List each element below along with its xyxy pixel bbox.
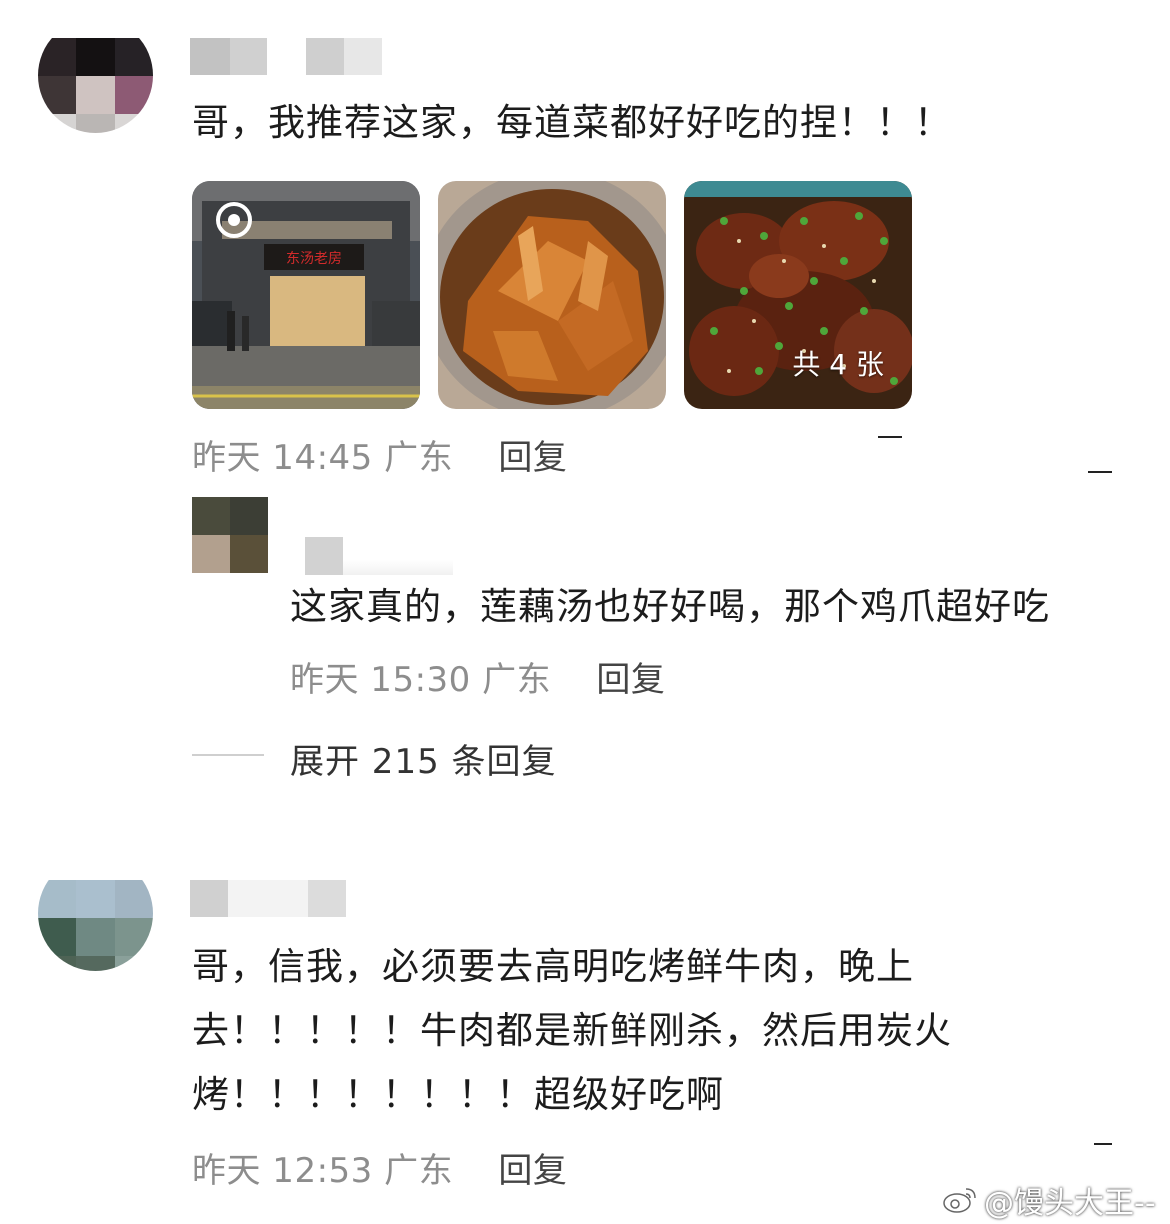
watermark: @馒头大王-- [942,1178,1156,1222]
reply-avatar[interactable] [192,497,268,573]
expand-replies-button[interactable]: 展开 215 条回复 [290,734,557,783]
comment-2-text: 哥，信我，必须要去高明吃烤鲜牛肉，晚上 去！！！！！牛肉都是新鲜刚杀，然后用炭火… [192,935,952,1127]
comment-1-reply-button[interactable]: 回复 [498,438,567,478]
weibo-icon [943,1188,976,1213]
comment-2-location: 广东 [384,1151,454,1191]
reply-time: 昨天 15:30 [290,660,471,700]
commenter-2-name[interactable] [190,880,346,917]
watermark-text: @馒头大王-- [984,1186,1156,1221]
reply-author-name[interactable] [305,537,453,575]
comment-1-image-roast-goose[interactable] [438,181,666,409]
expand-divider [192,754,264,756]
commenter-1-avatar[interactable] [38,18,153,133]
reply-reply-button[interactable]: 回复 [596,660,665,700]
comment-2-meta: 昨天 12:53 广东 回复 [192,1143,567,1192]
comment-2-line-3: 烤！！！！！！！！超级好吃啊 [192,1073,724,1116]
reply-location: 广东 [482,660,552,700]
comment-1-location: 广东 [384,438,454,478]
storefront-sign: 东汤老房 [286,251,342,267]
comment-2-reply-button[interactable]: 回复 [498,1151,567,1191]
artifact-speck [1094,1143,1112,1145]
commenter-1-name[interactable] [190,38,382,75]
artifact-speck [878,436,902,438]
commenter-2-avatar[interactable] [38,856,153,971]
comment-2-time: 昨天 12:53 [192,1151,373,1191]
comment-1-image-storefront[interactable]: 东汤老房 [192,181,420,409]
artifact-speck [1088,471,1112,473]
comment-1-text: 哥，我推荐这家，每道菜都好好吃的捏！！！ [192,101,952,144]
comment-1-image-braised-pork[interactable]: 共 4 张 [684,181,912,409]
comment-2-line-1: 哥，信我，必须要去高明吃烤鲜牛肉，晚上 [192,945,914,988]
comment-2-line-2: 去！！！！！牛肉都是新鲜刚杀，然后用炭火 [192,1009,952,1052]
comment-1-meta: 昨天 14:45 广东 回复 [192,430,567,479]
comment-1-time: 昨天 14:45 [192,438,373,478]
reply-meta: 昨天 15:30 广东 回复 [290,652,665,701]
image-count-badge: 共 4 张 [792,348,884,381]
reply-text: 这家真的，莲藕汤也好好喝，那个鸡爪超好吃 [290,585,1050,628]
